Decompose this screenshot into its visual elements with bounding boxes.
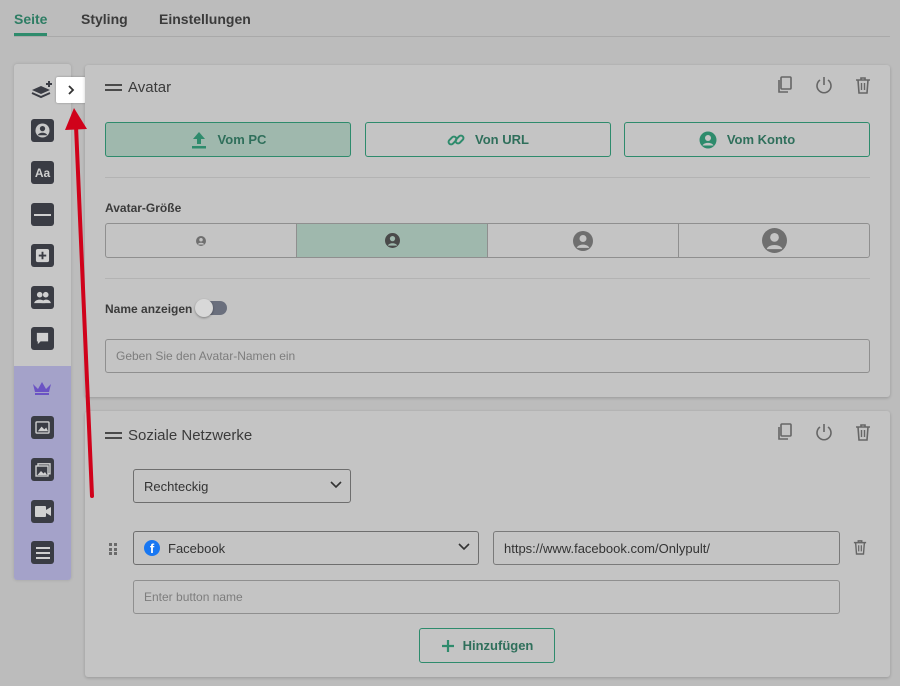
video-tool[interactable] [31, 500, 54, 523]
avatar-block-title: Avatar [128, 79, 172, 96]
divider [105, 278, 870, 279]
power-icon [815, 76, 832, 93]
avatar-icon [761, 228, 787, 253]
avatar-icon [35, 123, 50, 138]
layers-add-icon[interactable] [30, 80, 54, 105]
avatar-icon [573, 230, 593, 251]
network-select[interactable]: f Facebook [133, 531, 479, 565]
gallery-icon [34, 462, 51, 477]
trash-icon [853, 540, 867, 555]
upload-icon [191, 131, 206, 148]
show-name-toggle[interactable] [195, 299, 227, 317]
drag-handle[interactable] [105, 432, 122, 439]
show-name-label: Name anzeigen [105, 302, 193, 316]
source-account-button[interactable]: Vom Konto [624, 122, 870, 157]
crown-icon [32, 381, 52, 400]
tab-styling[interactable]: Styling [81, 11, 128, 27]
avatar-tool[interactable] [31, 119, 54, 142]
tab-einstellungen[interactable]: Einstellungen [159, 11, 251, 27]
avatar-size-xs[interactable] [106, 224, 297, 257]
text-icon: Aa [34, 165, 51, 180]
divider [105, 177, 870, 178]
drag-handle[interactable] [105, 84, 122, 91]
expand-toolbar-button[interactable] [56, 77, 86, 103]
block-toolbar: Aa [14, 64, 71, 580]
network-url-input[interactable] [493, 531, 840, 565]
list-tool[interactable] [31, 541, 54, 564]
delete-network-button[interactable] [853, 539, 867, 560]
source-url-button[interactable]: Von URL [365, 122, 611, 157]
add-network-button[interactable]: Hinzufügen [419, 628, 555, 663]
plus-icon [441, 639, 454, 652]
trash-icon [855, 423, 870, 441]
avatar-icon [196, 235, 206, 246]
source-url-label: Von URL [475, 132, 529, 147]
add-block-icon [35, 248, 50, 263]
divider-tool[interactable] [31, 203, 54, 226]
row-drag-grip[interactable] [109, 543, 117, 555]
chevron-down-icon [458, 543, 470, 551]
list-icon [35, 546, 50, 559]
comment-icon [36, 332, 49, 345]
active-tab-indicator [14, 33, 47, 36]
trash-icon [855, 76, 870, 94]
add-network-label: Hinzufügen [462, 638, 534, 653]
avatar-size-m[interactable] [488, 224, 679, 257]
add-block-tool[interactable] [31, 244, 54, 267]
avatar-name-input[interactable] [105, 339, 870, 373]
chevron-down-icon [330, 481, 342, 489]
avatar-block: Avatar Vom PC Von URL Vom Konto Avatar-G… [85, 65, 890, 397]
power-button[interactable] [814, 422, 833, 441]
copy-button[interactable] [775, 422, 794, 441]
tab-bar: Seite Styling Einstellungen [14, 0, 890, 37]
avatar-size-s[interactable] [297, 224, 488, 257]
power-button[interactable] [814, 75, 833, 94]
delete-button[interactable] [853, 422, 872, 441]
copy-icon [777, 422, 792, 440]
video-icon [34, 506, 51, 517]
power-icon [815, 423, 832, 440]
avatar-size-selector [105, 223, 870, 258]
facebook-icon: f [144, 540, 160, 556]
text-tool[interactable]: Aa [31, 161, 54, 184]
source-pc-label: Vom PC [217, 132, 267, 147]
shape-select-value: Rechteckig [144, 478, 209, 494]
tab-seite[interactable]: Seite [14, 11, 47, 27]
avatar-icon [384, 233, 400, 248]
copy-icon [777, 75, 792, 93]
button-name-input[interactable] [133, 580, 840, 614]
network-select-value: Facebook [168, 540, 226, 556]
social-networks-block: Soziale Netzwerke Rechteckig f Facebook … [85, 411, 890, 677]
comment-tool[interactable] [31, 327, 54, 350]
source-account-label: Vom Konto [726, 132, 796, 147]
avatar-size-l[interactable] [679, 224, 869, 257]
divider-icon [34, 213, 51, 216]
account-icon [699, 131, 717, 148]
block-actions [775, 75, 872, 94]
delete-button[interactable] [853, 75, 872, 94]
chevron-right-icon [68, 85, 75, 95]
premium-tools [14, 366, 71, 580]
toggle-knob [195, 299, 213, 317]
avatar-size-label: Avatar-Größe [105, 201, 182, 215]
users-icon [34, 291, 51, 304]
social-block-title: Soziale Netzwerke [128, 427, 253, 444]
shape-select[interactable]: Rechteckig [133, 469, 351, 503]
copy-button[interactable] [775, 75, 794, 94]
block-actions [775, 422, 872, 441]
image-tool[interactable] [31, 416, 54, 439]
source-pc-button[interactable]: Vom PC [105, 122, 351, 157]
gallery-tool[interactable] [31, 458, 54, 481]
users-tool[interactable] [31, 286, 54, 309]
link-icon [447, 134, 465, 145]
image-icon [35, 421, 50, 434]
